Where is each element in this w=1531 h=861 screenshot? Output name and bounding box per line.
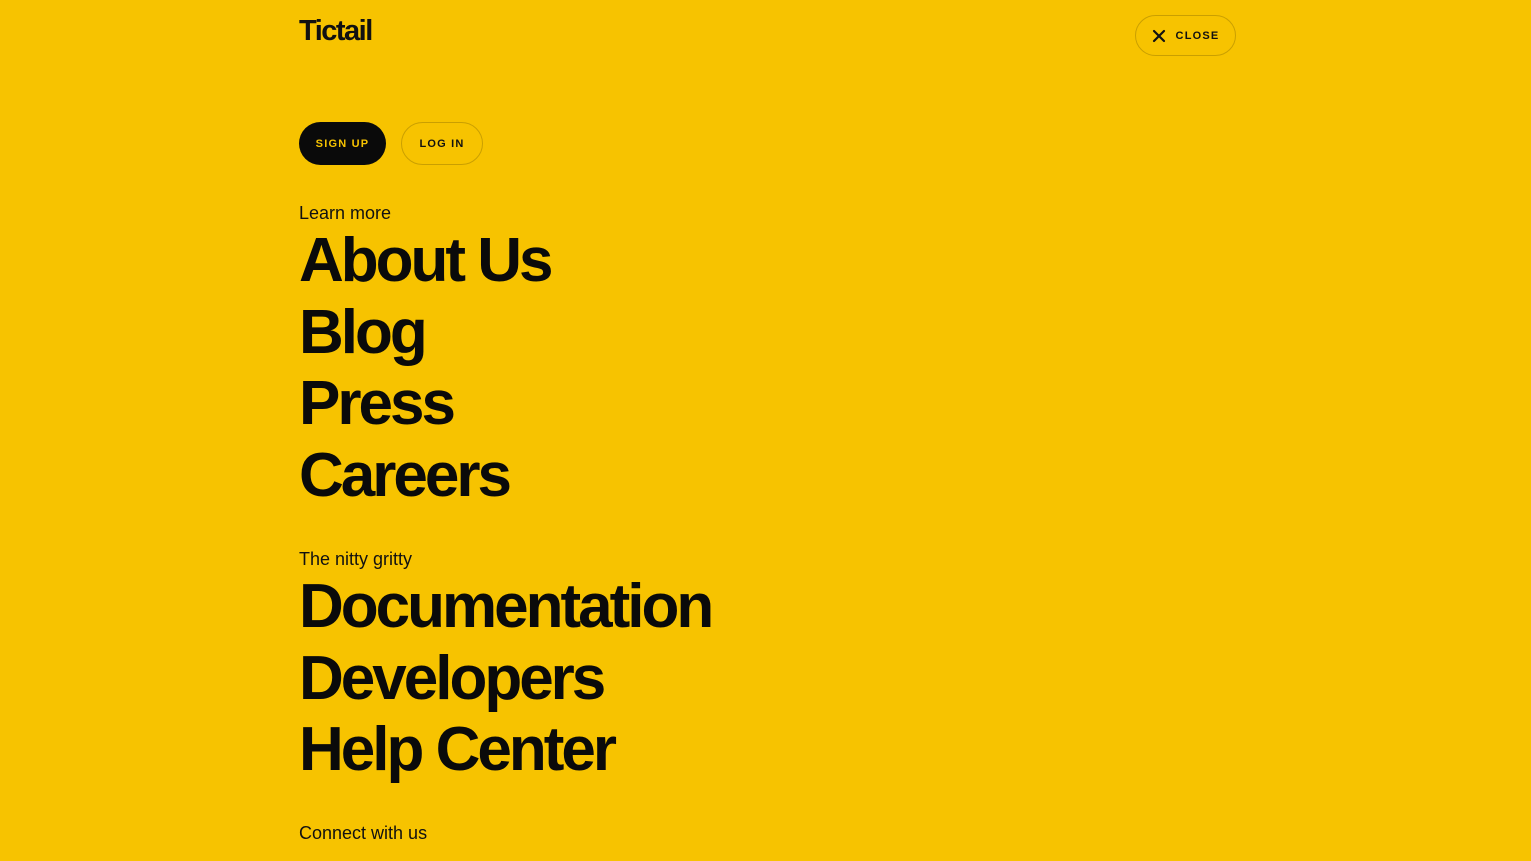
log-in-button[interactable]: LOG IN (401, 122, 483, 165)
link-help-center[interactable]: Help Center (299, 714, 711, 786)
section-label: Learn more (299, 203, 392, 223)
section-label: Connect with us (299, 823, 428, 843)
section-learn-more: Learn more About Us Blog Press Careers (299, 202, 554, 512)
close-button[interactable]: CLOSE (1135, 15, 1236, 56)
section-nitty-gritty: The nitty gritty Documentation Developer… (299, 548, 714, 786)
close-label: CLOSE (1175, 29, 1220, 42)
link-developers[interactable]: Developers (299, 643, 711, 715)
section-label: The nitty gritty (299, 549, 413, 569)
auth-buttons: SIGN UP LOG IN (299, 122, 483, 165)
nitty-gritty-links: Documentation Developers Help Center (299, 571, 714, 786)
section-connect: Connect with us (299, 822, 427, 844)
link-careers[interactable]: Careers (299, 440, 551, 512)
link-documentation[interactable]: Documentation (299, 571, 714, 643)
link-press[interactable]: Press (299, 368, 551, 440)
logo[interactable]: Tictail (299, 13, 373, 49)
learn-more-links: About Us Blog Press Careers (299, 225, 554, 512)
link-blog[interactable]: Blog (299, 297, 551, 369)
close-icon (1152, 29, 1166, 43)
link-about-us[interactable]: About Us (299, 225, 554, 297)
sign-up-button[interactable]: SIGN UP (299, 122, 386, 165)
menu-overlay: Tictail CLOSE SIGN UP LOG IN Learn more … (0, 0, 1531, 861)
